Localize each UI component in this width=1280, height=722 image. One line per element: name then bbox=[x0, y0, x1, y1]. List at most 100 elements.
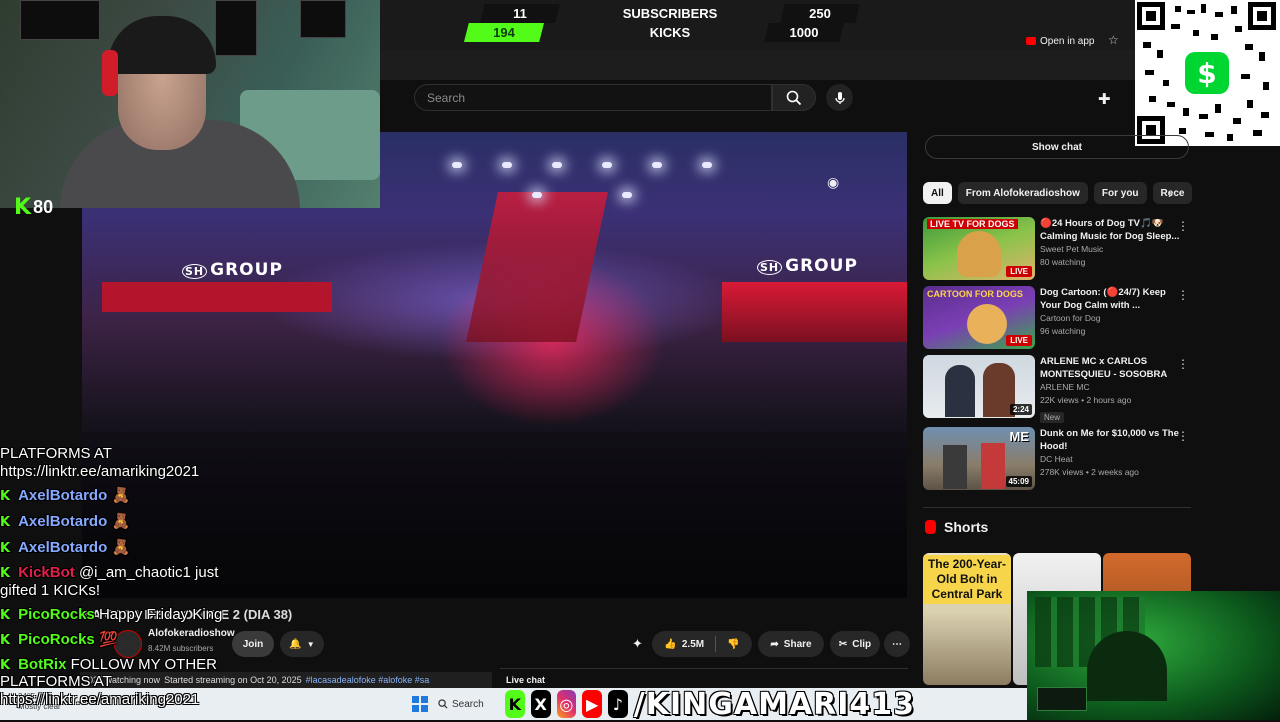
channel-name: DC Heat bbox=[1040, 454, 1073, 464]
chat-username[interactable]: AxelBotardo bbox=[18, 513, 107, 530]
more-actions-button[interactable]: ⋯ bbox=[884, 631, 910, 657]
share-icon: ➦ bbox=[770, 638, 779, 650]
stage-panel-right bbox=[722, 282, 907, 342]
search-icon bbox=[786, 90, 802, 105]
youtube-icon bbox=[1026, 37, 1036, 45]
kick-icon: K bbox=[505, 690, 525, 718]
thumbs-up-icon[interactable]: 👍 bbox=[664, 639, 676, 650]
chat-message: K KickBot @i_am_chaotic1 just bbox=[0, 564, 218, 581]
video-title: 🔴24 Hours of Dog TV🎵🐶 Calming Music for … bbox=[1040, 218, 1180, 242]
more-options-icon: ⋯ bbox=[892, 638, 902, 650]
streamer-beanie bbox=[108, 16, 216, 74]
chat-text: Happy Friday King bbox=[98, 606, 223, 623]
microphone-icon bbox=[834, 91, 845, 104]
webcam-overlay bbox=[0, 0, 380, 208]
tiktok-icon: ♪ bbox=[608, 690, 628, 718]
thumbs-down-icon[interactable]: 👎 bbox=[727, 639, 739, 650]
person-image bbox=[943, 445, 967, 489]
star-icon[interactable]: ☆ bbox=[1108, 33, 1119, 47]
more-options-icon[interactable]: ⋮ bbox=[1177, 288, 1189, 302]
create-icon[interactable]: ✚ bbox=[1098, 90, 1111, 108]
recommendation-chips: All From Alofokeradioshow For you Rece bbox=[923, 182, 1193, 204]
chat-message: K AxelBotardo 🧸 bbox=[0, 486, 130, 504]
taskbar-search[interactable]: Search bbox=[438, 694, 498, 714]
dog-image bbox=[957, 231, 1001, 277]
kicks-label: KICKS bbox=[649, 25, 691, 40]
video-thumbnail: LIVE TV FOR DOGS LIVE bbox=[923, 217, 1035, 280]
social-handle-banner: K X ◎ ▶ ♪ /KINGAMARI413 bbox=[505, 687, 915, 722]
open-in-app-label: Open in app bbox=[1040, 35, 1095, 47]
kick-viewer-count: 80 bbox=[33, 197, 54, 217]
youtube-icon: ▶ bbox=[582, 690, 602, 718]
chat-text: https://linktr.ee/amariking2021 bbox=[0, 463, 200, 480]
sparkle-icon[interactable]: ✦ bbox=[632, 636, 643, 652]
search-input[interactable]: Search bbox=[414, 84, 772, 111]
short-item[interactable]: The 200-Year-Old Bolt in Central Park bbox=[923, 553, 1011, 685]
chat-text: FOLLOW MY OTHER bbox=[70, 656, 217, 673]
show-chat-button[interactable]: Show chat bbox=[925, 135, 1189, 159]
more-options-icon[interactable]: ⋮ bbox=[1177, 357, 1189, 371]
chat-text: https://linktr.ee/amariking2021 bbox=[0, 691, 200, 708]
chat-message: K PicoRocks 💯 bbox=[0, 630, 118, 648]
chat-message: PLATFORMS AT bbox=[0, 445, 112, 462]
clip-button[interactable]: ✂ Clip bbox=[830, 631, 880, 657]
chat-username[interactable]: AxelBotardo bbox=[18, 539, 107, 556]
chat-username[interactable]: AxelBotardo bbox=[18, 487, 107, 504]
divider bbox=[923, 507, 1191, 508]
chevron-down-icon: ▼ bbox=[306, 639, 315, 649]
chat-text: PLATFORMS AT bbox=[0, 445, 112, 462]
chat-message: PLATFORMS AT bbox=[0, 673, 112, 690]
more-options-icon[interactable]: ⋮ bbox=[1177, 429, 1189, 443]
camera-icon: ◉ bbox=[827, 174, 840, 190]
stage-logo-right: SH GROUP bbox=[757, 256, 858, 276]
recommendation-item[interactable]: 2:24 ARLENE MC x CARLOS MONTESQUIEU - SO… bbox=[923, 355, 1191, 423]
chat-text: 🧸 bbox=[111, 487, 131, 504]
chip-all[interactable]: All bbox=[923, 182, 952, 204]
recommendation-item[interactable]: ME 45:09 Dunk on Me for $10,000 vs The H… bbox=[923, 427, 1191, 491]
instagram-icon: ◎ bbox=[556, 690, 577, 718]
chat-username[interactable]: PicoRocks bbox=[18, 631, 95, 648]
video-thumbnail: 2:24 bbox=[923, 355, 1035, 418]
shorts-title: Shorts bbox=[944, 519, 989, 535]
subs-current: 11 bbox=[480, 4, 560, 23]
video-title: ARLENE MC x CARLOS MONTESQUIEU - SOSOBRA bbox=[1040, 356, 1168, 380]
windows-start-icon[interactable] bbox=[412, 696, 428, 712]
chat-text: @i_am_chaotic1 just bbox=[78, 564, 219, 581]
chat-text: 🧸 bbox=[111, 539, 131, 556]
chat-username[interactable]: BotRix bbox=[18, 656, 66, 673]
scissors-icon: ✂ bbox=[838, 638, 848, 650]
clip-label: Clip bbox=[852, 638, 872, 650]
duration-badge: 2:24 bbox=[1009, 404, 1032, 415]
more-options-icon[interactable]: ⋮ bbox=[1177, 219, 1189, 233]
wall-poster bbox=[300, 0, 346, 38]
taskbar-search-label: Search bbox=[452, 698, 484, 710]
chevron-right-icon[interactable]: › bbox=[1168, 185, 1173, 201]
divider bbox=[715, 636, 717, 652]
chat-username[interactable]: PicoRocks bbox=[18, 606, 95, 623]
chat-message: K BotRix FOLLOW MY OTHER bbox=[0, 656, 217, 673]
cashapp-qr-code: $ bbox=[1135, 0, 1280, 146]
chip-for-you[interactable]: For you bbox=[1093, 182, 1147, 204]
hashtags[interactable]: #lacasadealofoke #alofoke #sa bbox=[306, 675, 430, 685]
recommendation-item[interactable]: LIVE TV FOR DOGS LIVE 🔴24 Hours of Dog T… bbox=[923, 217, 1191, 281]
cashapp-logo: $ bbox=[1185, 52, 1229, 94]
video-thumbnail: ME 45:09 bbox=[923, 427, 1035, 490]
recommendation-item[interactable]: CARTOON FOR DOGS LIVE Dog Cartoon: (🔴24/… bbox=[923, 286, 1191, 350]
share-button[interactable]: ➦ Share bbox=[758, 631, 824, 657]
chip-from-channel[interactable]: From Alofokeradioshow bbox=[957, 182, 1088, 204]
open-in-app-button[interactable]: Open in app bbox=[1026, 32, 1098, 50]
search-button[interactable] bbox=[772, 84, 816, 111]
show-chat-label: Show chat bbox=[1031, 141, 1082, 153]
browser-subbar bbox=[380, 50, 1140, 80]
headphones bbox=[102, 50, 118, 96]
duration-badge: 45:09 bbox=[1005, 476, 1032, 487]
kicks-goal: 1000 bbox=[764, 23, 844, 42]
video-stats: 80 watching bbox=[1040, 257, 1086, 267]
x-icon: X bbox=[530, 690, 551, 718]
subscribe-bell-button[interactable]: 🔔 ▼ bbox=[280, 631, 324, 657]
kicks-current: 194 bbox=[464, 23, 544, 42]
chat-message: https://linktr.ee/amariking2021 bbox=[0, 463, 199, 480]
voice-search-button[interactable] bbox=[826, 84, 853, 111]
chat-text: 💯 bbox=[98, 631, 118, 648]
chat-username[interactable]: KickBot bbox=[18, 564, 75, 581]
